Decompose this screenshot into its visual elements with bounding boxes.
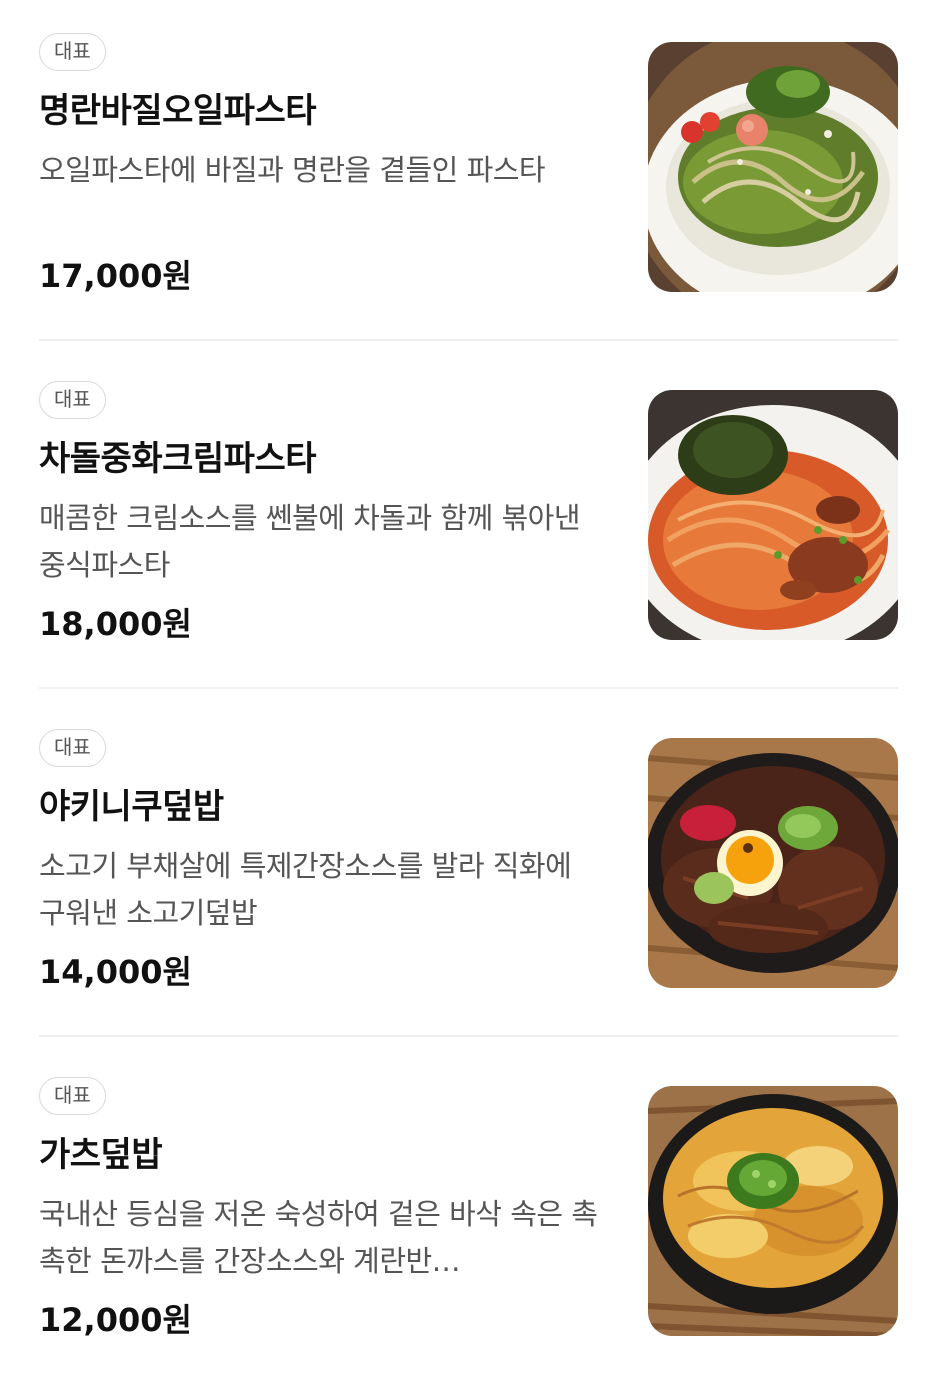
menu-item-price: 12,000원 — [39, 1301, 192, 1339]
menu-item-description: 매콤한 크림소스를 쎈불에 차돌과 함께 볶아낸 중식파스타 — [39, 501, 581, 582]
menu-item-basil-pasta[interactable]: 대표 명란바질오일파스타 오일파스타에 바질과 명란을 곁들인 파스타 17,0… — [0, 0, 936, 348]
menu-item-photo[interactable] — [648, 390, 898, 640]
menu-item-cream-pasta[interactable]: 대표 차돌중화크림파스타 매콤한 크림소스를 쎈불에 차돌과 함께 볶아낸 중식… — [0, 348, 936, 696]
item-divider — [39, 687, 898, 689]
menu-item-description: 소고기 부채살에 특제간장소스를 발라 직화에 구워낸 소고기덮밥 — [39, 849, 572, 930]
menu-item-price: 17,000원 — [39, 257, 192, 295]
signature-badge: 대표 — [39, 729, 106, 767]
item-divider — [39, 339, 898, 341]
menu-item-photo[interactable] — [648, 738, 898, 988]
menu-item-photo[interactable] — [648, 1086, 898, 1336]
menu-item-description: 오일파스타에 바질과 명란을 곁들인 파스타 — [39, 153, 546, 187]
menu-item-price: 14,000원 — [39, 953, 192, 991]
menu-item-katsu-bowl[interactable]: 대표 가츠덮밥 국내산 등심을 저온 숙성하여 겉은 바삭 속은 촉촉한 돈까스… — [0, 1044, 936, 1392]
menu-item-name: 야키니쿠덮밥 — [39, 787, 224, 827]
signature-badge: 대표 — [39, 1077, 106, 1115]
menu-item-yakiniku-bowl[interactable]: 대표 야키니쿠덮밥 소고기 부채살에 특제간장소스를 발라 직화에 구워낸 소고… — [0, 696, 936, 1044]
menu-item-photo[interactable] — [648, 42, 898, 292]
menu-item-description: 국내산 등심을 저온 숙성하여 겉은 바삭 속은 촉촉한 돈까스를 간장소스와 … — [39, 1197, 598, 1278]
menu-list: 대표 명란바질오일파스타 오일파스타에 바질과 명란을 곁들인 파스타 17,0… — [0, 0, 936, 1351]
signature-badge: 대표 — [39, 33, 106, 71]
item-divider — [39, 1035, 898, 1037]
menu-item-name: 차돌중화크림파스타 — [39, 439, 317, 479]
menu-item-price: 18,000원 — [39, 605, 192, 643]
menu-item-name: 명란바질오일파스타 — [39, 91, 317, 131]
menu-item-name: 가츠덮밥 — [39, 1135, 163, 1175]
signature-badge: 대표 — [39, 381, 106, 419]
